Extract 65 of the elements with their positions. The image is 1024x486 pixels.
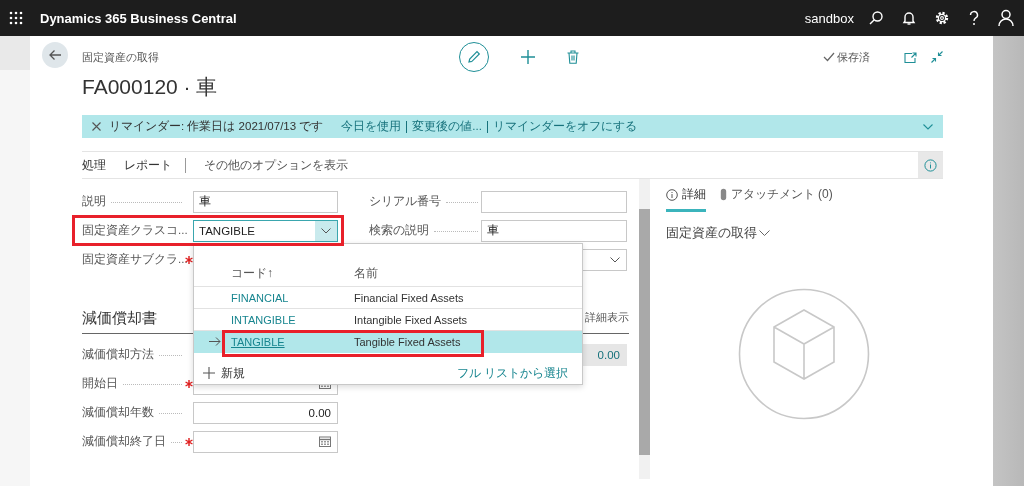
info-icon	[924, 158, 937, 172]
field-label: 減価償却終了日	[82, 434, 166, 449]
arrow-right-icon	[208, 337, 221, 346]
edit-button[interactable]	[458, 42, 489, 72]
bell-icon[interactable]	[902, 10, 916, 26]
show-more-link[interactable]: 詳細表示	[584, 311, 629, 325]
page-title: FA000120 · 車	[82, 74, 219, 100]
cube-icon	[738, 288, 871, 420]
plus-icon	[203, 367, 215, 379]
input-field[interactable]: 車	[481, 219, 627, 242]
help-icon[interactable]	[968, 10, 980, 26]
app-launcher-icon[interactable]	[9, 11, 23, 25]
field-label: 減価償却方法	[82, 347, 154, 362]
new-icon[interactable]	[520, 50, 535, 64]
field-label: シリアル番号	[369, 194, 441, 209]
reminder-link[interactable]: 今日を使用	[341, 119, 402, 134]
environment-name[interactable]: sandbox	[804, 10, 854, 26]
open-new-window-icon[interactable]	[904, 51, 917, 63]
lookup-row[interactable]: TANGIBLE Tangible Fixed Assets	[194, 331, 582, 353]
field-label: 検索の説明	[369, 223, 429, 238]
factbox-tab[interactable]: 詳細	[665, 186, 706, 212]
lookup-row[interactable]: FINANCIAL Financial Fixed Assets	[194, 287, 582, 309]
dropdown-field[interactable]: TANGIBLE	[193, 219, 338, 242]
search-icon[interactable]	[868, 10, 884, 26]
back-button[interactable]	[42, 42, 68, 68]
save-status: 保存済	[837, 49, 870, 65]
field-label: 固定資産クラスコ...	[82, 223, 188, 238]
reminder-message: リマインダー: 作業日は 2021/07/13 です	[109, 119, 324, 134]
reminder-link[interactable]: リマインダーをオフにする	[492, 119, 637, 134]
chevron-down-icon[interactable]	[321, 227, 331, 234]
pencil-icon	[466, 50, 481, 64]
field-label: 固定資産サブクラ...	[82, 252, 188, 267]
reminder-link[interactable]: 変更後の値...	[412, 119, 482, 134]
factbox-section-title[interactable]: 固定資産の取得	[665, 224, 757, 242]
check-icon	[823, 52, 835, 62]
settings-icon[interactable]	[934, 10, 950, 26]
scrollbar[interactable]	[638, 179, 650, 479]
action-menu[interactable]: レポート	[124, 156, 172, 174]
calendar-icon[interactable]	[319, 436, 331, 447]
input-field[interactable]: 車	[193, 190, 338, 213]
new-button[interactable]: 新規	[203, 364, 245, 382]
delete-icon[interactable]	[566, 50, 579, 64]
close-icon[interactable]	[92, 122, 101, 131]
field-label: 説明	[82, 194, 106, 209]
collapse-icon[interactable]	[931, 51, 943, 63]
input-field[interactable]: 0.00	[193, 401, 338, 424]
paperclip-icon	[719, 188, 727, 201]
info-icon	[665, 188, 678, 201]
factbox-tab[interactable]: アタッチメント (0)	[719, 186, 833, 212]
action-menu[interactable]: 処理	[82, 156, 106, 174]
date-field[interactable]	[193, 430, 338, 453]
field-label: 減価償却年数	[82, 405, 154, 420]
chevron-down-icon[interactable]	[758, 229, 770, 237]
section-title: 減価償却書	[82, 308, 157, 328]
column-header[interactable]: 名前	[354, 265, 378, 282]
column-header[interactable]: コード↑	[231, 265, 354, 282]
input-field[interactable]	[481, 190, 627, 213]
user-icon[interactable]	[998, 9, 1014, 27]
app-title: Dynamics 365 Business Central	[40, 10, 237, 26]
more-options-button[interactable]: その他のオプションを表示	[204, 156, 348, 174]
breadcrumb: 固定資産の取得	[82, 49, 160, 65]
chevron-down-icon[interactable]	[610, 256, 620, 263]
field-label: 開始日	[82, 376, 118, 391]
full-list-link[interactable]: フル リストから選択	[456, 365, 568, 381]
arrow-left-icon	[48, 49, 62, 61]
